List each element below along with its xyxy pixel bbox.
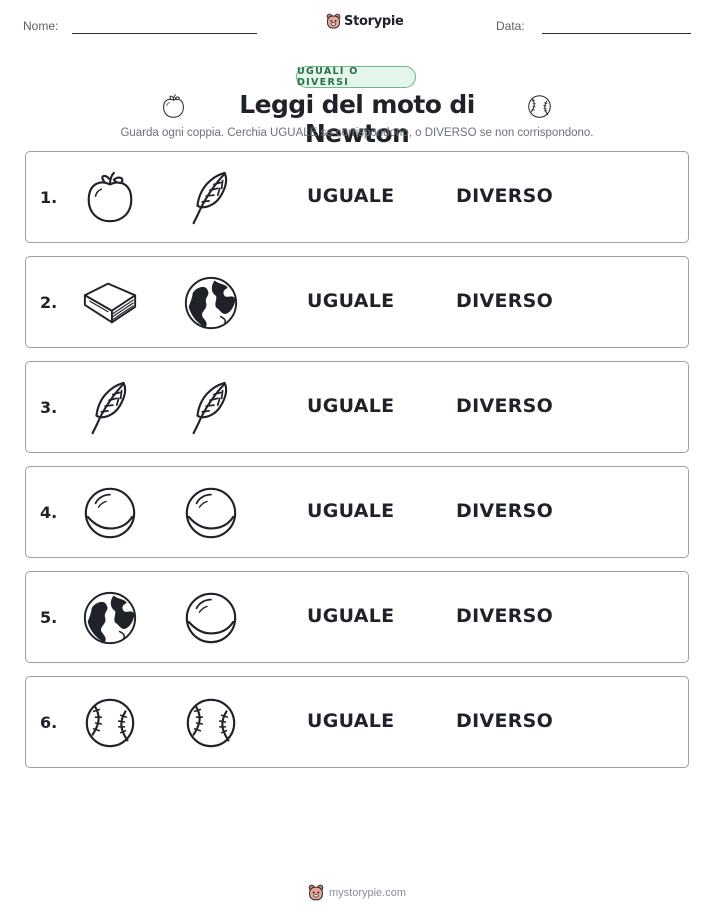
option-diverso[interactable]: DIVERSO [456, 710, 553, 732]
footer-url[interactable]: mystorypie.com [329, 887, 406, 899]
name-field[interactable] [72, 33, 257, 34]
question-row-1: 1. UGUALE DIVERSO [25, 151, 689, 243]
footer: mystorypie.com [0, 884, 714, 902]
feather-icon [81, 379, 139, 437]
question-row-2: 2. UGUALE DIVERSO [25, 256, 689, 348]
page-title: Leggi del moto di Newton [239, 90, 475, 148]
apple-icon [81, 169, 139, 227]
brand-logo: Storypie [326, 13, 404, 30]
question-row-4: 4. UGUALE DIVERSO [25, 466, 689, 558]
row-number: 4. [40, 503, 58, 522]
date-label: Data: [496, 19, 525, 33]
earth-icon [182, 274, 240, 332]
option-uguale[interactable]: UGUALE [307, 290, 394, 312]
name-label: Nome: [23, 19, 59, 33]
option-diverso[interactable]: DIVERSO [456, 185, 553, 207]
option-uguale[interactable]: UGUALE [307, 605, 394, 627]
question-row-3: 3. UGUALE DIVERSO [25, 361, 689, 453]
option-diverso[interactable]: DIVERSO [456, 605, 553, 627]
row-number: 1. [40, 188, 58, 207]
row-number: 2. [40, 293, 58, 312]
baseball-icon [182, 694, 240, 752]
marble-icon [182, 589, 240, 647]
option-diverso[interactable]: DIVERSO [456, 395, 553, 417]
instructions: Guarda ogni coppia. Cerchia UGUALE se co… [120, 127, 594, 139]
row-number: 3. [40, 398, 58, 417]
question-row-6: 6. UGUALE DIVERSO [25, 676, 689, 768]
baseball-icon [81, 694, 139, 752]
row-number: 5. [40, 608, 58, 627]
brand-name: Storypie [344, 14, 404, 29]
question-row-5: 5. UGUALE DIVERSO [25, 571, 689, 663]
feather-icon [182, 379, 240, 437]
option-uguale[interactable]: UGUALE [307, 710, 394, 732]
feather-icon [182, 169, 240, 227]
option-uguale[interactable]: UGUALE [307, 395, 394, 417]
bear-icon [308, 884, 324, 901]
marble-icon [182, 484, 240, 542]
earth-icon [81, 589, 139, 647]
date-field[interactable] [542, 33, 691, 34]
row-number: 6. [40, 713, 58, 732]
marble-icon [81, 484, 139, 542]
option-diverso[interactable]: DIVERSO [456, 500, 553, 522]
title-apple-icon [160, 93, 187, 124]
bear-icon [326, 13, 341, 29]
option-uguale[interactable]: UGUALE [307, 500, 394, 522]
option-uguale[interactable]: UGUALE [307, 185, 394, 207]
book-icon [81, 274, 139, 332]
title-baseball-icon [526, 93, 553, 124]
option-diverso[interactable]: DIVERSO [456, 290, 553, 312]
activity-badge: UGUALI O DIVERSI [296, 66, 416, 88]
